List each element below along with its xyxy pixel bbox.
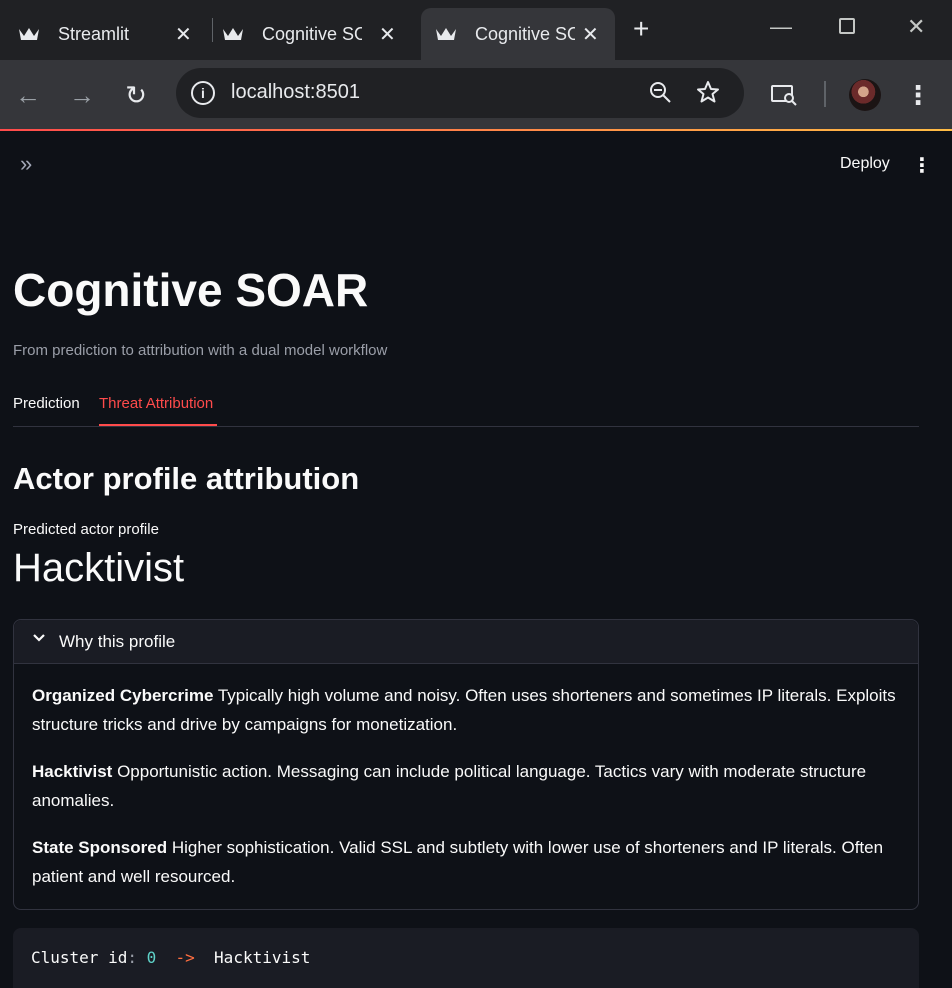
code-colon: : <box>127 948 137 967</box>
browser-toolbar: ← → ↻ i localhost:8501 ⋮ <box>0 60 952 130</box>
chevron-down-icon <box>32 631 46 650</box>
code-key: Cluster id <box>31 948 128 967</box>
code-cluster-id: 0 <box>146 948 157 967</box>
browser-menu-icon[interactable]: ⋮ <box>903 80 933 110</box>
toolbar-divider <box>824 81 826 107</box>
back-icon[interactable]: ← <box>13 80 43 110</box>
active-tab-indicator <box>99 424 217 426</box>
profile-description: State Sponsored Higher sophistication. V… <box>32 833 898 891</box>
bookmark-star-icon[interactable] <box>696 80 720 111</box>
url-text[interactable]: localhost:8501 <box>231 81 360 104</box>
streamlit-crown-icon <box>18 23 40 45</box>
page-caption: From prediction to attribution with a du… <box>13 342 388 359</box>
metric-label: Predicted actor profile <box>13 521 159 538</box>
close-tab-icon[interactable]: ✕ <box>582 22 599 47</box>
expander-title: Why this profile <box>59 632 176 651</box>
main-menu-icon[interactable]: ⋮ <box>912 153 932 178</box>
tab-bar: Prediction Threat Attribution <box>13 393 919 427</box>
tab-divider <box>212 18 213 42</box>
code-arrow: -> <box>175 948 195 967</box>
metric-value: Hacktivist <box>13 546 185 590</box>
new-tab-icon[interactable]: + <box>633 14 649 44</box>
maximize-icon[interactable] <box>839 18 855 34</box>
cast-search-icon[interactable] <box>769 80 799 110</box>
streamlit-crown-icon <box>222 23 244 45</box>
tab-title: Cognitive SOAR <box>475 23 575 44</box>
expander-header[interactable]: Why this profile <box>14 620 918 664</box>
browser-tab-3-active[interactable]: Cognitive SOAR ✕ <box>421 8 615 60</box>
code-profile: Hacktivist <box>214 948 311 967</box>
profile-description: Organized Cybercrime Typically high volu… <box>32 681 898 739</box>
zoom-out-icon[interactable] <box>648 80 672 111</box>
close-tab-icon[interactable]: ✕ <box>175 22 192 47</box>
section-heading: Actor profile attribution <box>13 461 360 496</box>
code-line: Cluster id: 0 -> Hacktivist <box>31 948 310 967</box>
profile-avatar[interactable] <box>849 79 881 111</box>
deploy-button[interactable]: Deploy <box>840 155 890 173</box>
site-info-icon[interactable]: i <box>191 81 215 105</box>
minimize-icon[interactable]: — <box>770 14 792 40</box>
close-tab-icon[interactable]: ✕ <box>379 22 396 47</box>
streamlit-crown-icon <box>435 23 457 45</box>
tab-title: Cognitive SOAR <box>262 23 362 44</box>
why-profile-expander: Why this profile Organized Cybercrime Ty… <box>13 619 919 910</box>
profile-description: Hacktivist Opportunistic action. Messagi… <box>32 757 898 815</box>
profile-name: Hacktivist <box>32 762 113 781</box>
reload-icon[interactable]: ↻ <box>121 80 151 110</box>
streamlit-app: » Deploy ⋮ Cognitive SOAR From predictio… <box>0 131 952 988</box>
forward-icon[interactable]: → <box>67 80 97 110</box>
expand-sidebar-icon[interactable]: » <box>20 151 32 177</box>
browser-tabstrip: Streamlit ✕ Cognitive SOAR ✕ Cognitive S… <box>0 0 952 60</box>
profile-name: State Sponsored <box>32 838 168 857</box>
page-title: Cognitive SOAR <box>13 264 369 316</box>
browser-tab-2[interactable]: Cognitive SOAR ✕ <box>222 8 412 60</box>
profile-name: Organized Cybercrime <box>32 686 214 705</box>
tab-prediction[interactable]: Prediction <box>13 395 80 412</box>
tab-threat-attribution[interactable]: Threat Attribution <box>99 395 213 412</box>
profile-text: Opportunistic action. Messaging can incl… <box>32 762 867 810</box>
browser-tab-1[interactable]: Streamlit ✕ <box>18 8 208 60</box>
address-bar[interactable]: i localhost:8501 <box>176 68 744 118</box>
code-block: Cluster id: 0 -> Hacktivist <box>13 928 919 988</box>
tab-title: Streamlit <box>58 23 130 44</box>
close-window-icon[interactable]: ✕ <box>907 14 925 40</box>
